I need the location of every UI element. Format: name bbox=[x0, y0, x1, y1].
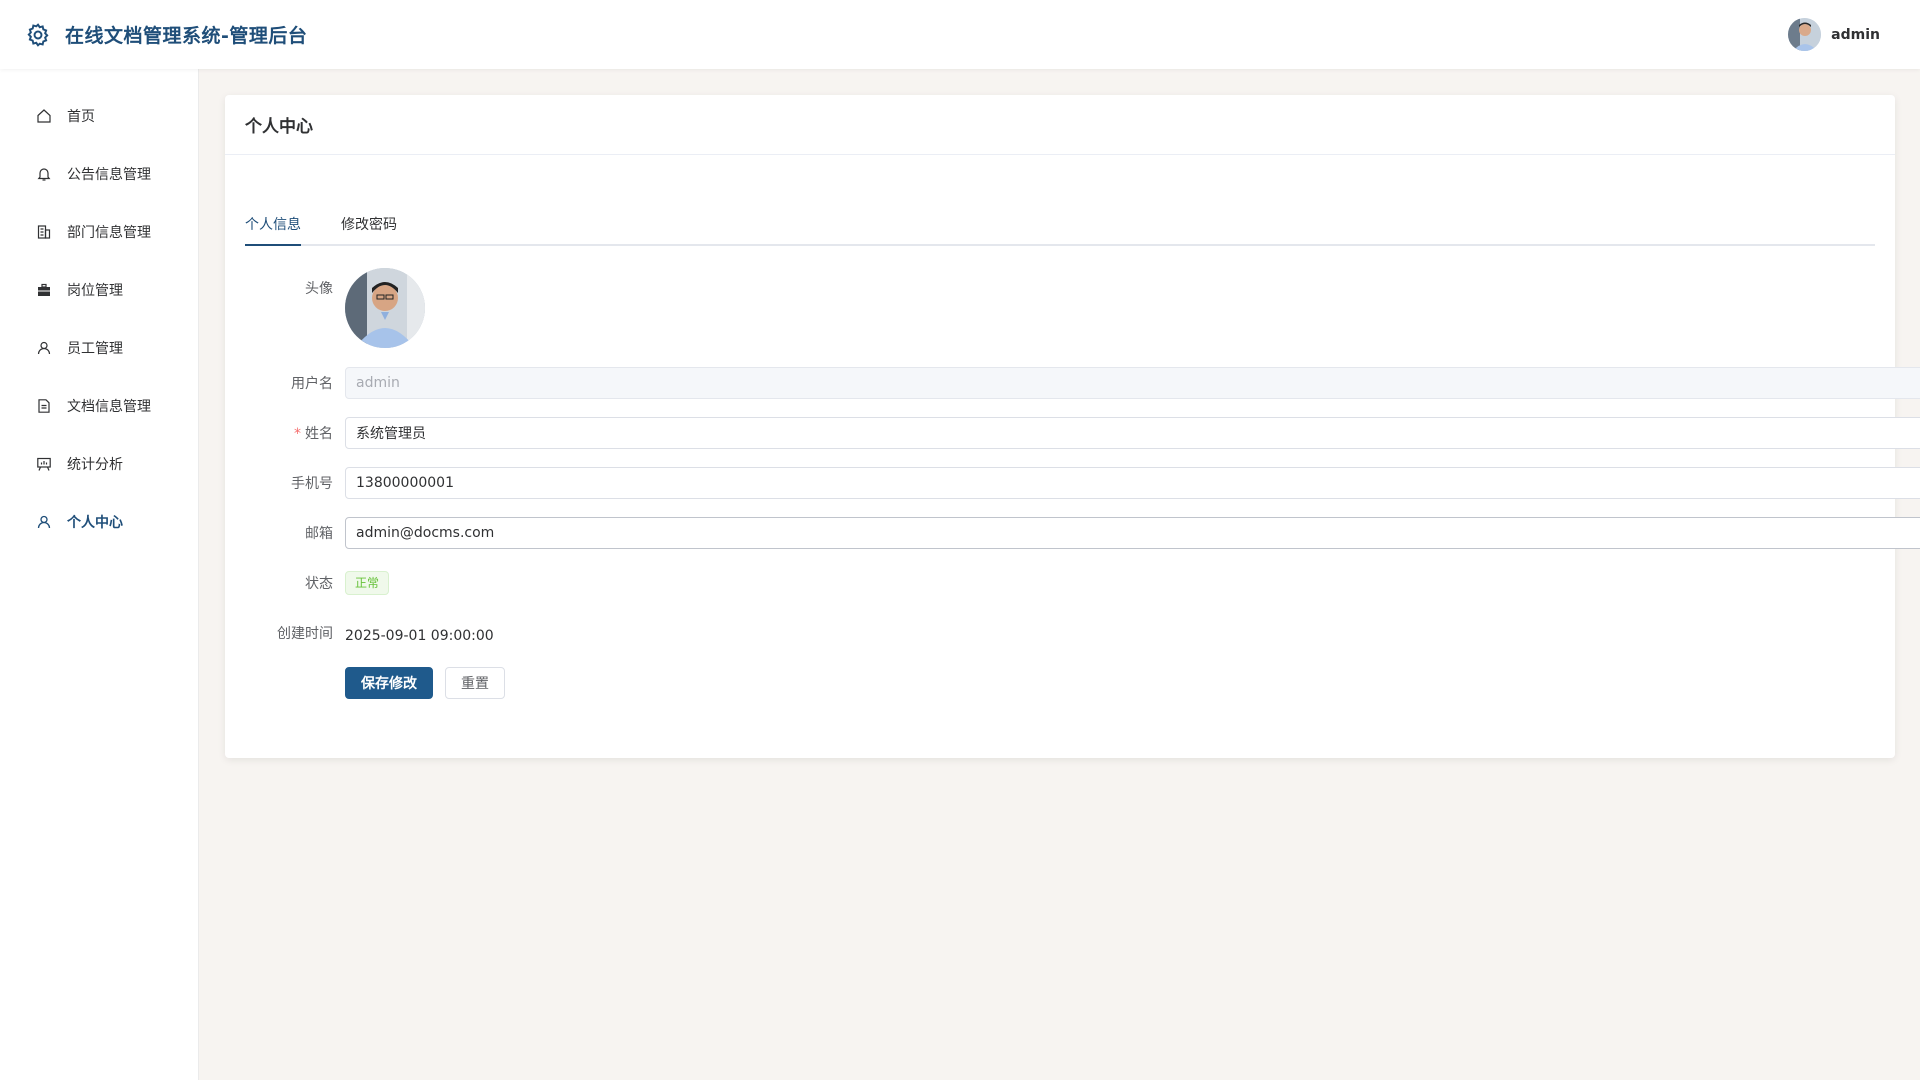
user-icon bbox=[35, 339, 53, 357]
sidebar-item-positions[interactable]: 岗位管理 bbox=[0, 261, 198, 319]
status-label: 状态 bbox=[305, 576, 333, 592]
status-row: 状态 正常 bbox=[225, 567, 1895, 599]
created-row: 创建时间 2025-09-01 09:00:00 bbox=[225, 617, 1895, 649]
avatar-label: 头像 bbox=[305, 281, 333, 297]
building-icon bbox=[35, 223, 53, 241]
tab-personal-info[interactable]: 个人信息 bbox=[245, 204, 301, 246]
bell-icon bbox=[35, 165, 53, 183]
sidebar-item-home[interactable]: 首页 bbox=[0, 87, 198, 145]
home-icon bbox=[35, 107, 53, 125]
app-title: 在线文档管理系统-管理后台 bbox=[65, 25, 308, 47]
required-asterisk: * bbox=[294, 426, 301, 442]
sidebar-item-label: 首页 bbox=[67, 109, 95, 125]
created-label: 创建时间 bbox=[277, 626, 333, 642]
user-menu[interactable]: admin bbox=[1788, 0, 1880, 69]
document-icon bbox=[35, 397, 53, 415]
gear-icon bbox=[25, 22, 51, 48]
sidebar-item-statistics[interactable]: 统计分析 bbox=[0, 435, 198, 493]
page-title: 个人中心 bbox=[225, 95, 1895, 155]
username-label: 用户名 bbox=[291, 376, 333, 392]
name-row: * 姓名 系统管理员 bbox=[225, 417, 1920, 449]
name-field[interactable]: 系统管理员 bbox=[345, 417, 1920, 449]
avatar-row: 头像 bbox=[225, 268, 1895, 348]
phone-label: 手机号 bbox=[291, 476, 333, 492]
sidebar-item-label: 统计分析 bbox=[67, 457, 123, 473]
status-badge: 正常 bbox=[345, 571, 390, 595]
username-row: 用户名 admin bbox=[225, 367, 1920, 399]
sidebar-item-label: 岗位管理 bbox=[67, 283, 123, 299]
avatar[interactable] bbox=[1788, 18, 1822, 51]
reset-button[interactable]: 重置 bbox=[445, 667, 505, 699]
user-icon bbox=[35, 513, 53, 531]
username-field: admin bbox=[345, 367, 1920, 399]
sidebar-item-label: 员工管理 bbox=[67, 341, 123, 357]
sidebar-item-departments[interactable]: 部门信息管理 bbox=[0, 203, 198, 261]
profile-tabs: 个人信息 修改密码 bbox=[245, 206, 1875, 246]
avatar[interactable] bbox=[345, 268, 425, 348]
sidebar: 首页 公告信息管理 部门信息管理 岗位管理 员工管理 文档信息管理 统计分析 个… bbox=[0, 69, 199, 1080]
sidebar-item-label: 部门信息管理 bbox=[67, 225, 151, 241]
top-header: 在线文档管理系统-管理后台 admin bbox=[0, 0, 1920, 69]
sidebar-item-announcements[interactable]: 公告信息管理 bbox=[0, 145, 198, 203]
profile-card: 个人中心 个人信息 修改密码 头像 用户名 admin * 姓名 系统管理员 手… bbox=[225, 95, 1920, 758]
phone-field[interactable]: 13800000001 bbox=[345, 467, 1920, 499]
sidebar-item-label: 公告信息管理 bbox=[67, 167, 151, 183]
created-time: 2025-09-01 09:00:00 bbox=[345, 628, 494, 644]
chart-board-icon bbox=[35, 455, 53, 473]
save-button[interactable]: 保存修改 bbox=[345, 667, 433, 699]
briefcase-icon bbox=[35, 281, 53, 299]
tab-change-password[interactable]: 修改密码 bbox=[341, 204, 397, 244]
brand: 在线文档管理系统-管理后台 bbox=[25, 21, 307, 48]
sidebar-item-label: 文档信息管理 bbox=[67, 399, 151, 415]
actions-row: 保存修改 重置 bbox=[225, 667, 1895, 699]
email-field[interactable]: admin@docms.com bbox=[345, 517, 1920, 549]
sidebar-item-profile[interactable]: 个人中心 bbox=[0, 493, 198, 551]
sidebar-item-employees[interactable]: 员工管理 bbox=[0, 319, 198, 377]
avatar-uploader[interactable] bbox=[345, 268, 425, 348]
email-label: 邮箱 bbox=[305, 526, 333, 542]
sidebar-item-label: 个人中心 bbox=[67, 515, 123, 531]
phone-row: 手机号 13800000001 bbox=[225, 467, 1920, 499]
sidebar-item-documents[interactable]: 文档信息管理 bbox=[0, 377, 198, 435]
name-label: * 姓名 bbox=[294, 426, 333, 442]
email-row: 邮箱 admin@docms.com bbox=[225, 517, 1920, 549]
user-name[interactable]: admin bbox=[1831, 27, 1880, 43]
